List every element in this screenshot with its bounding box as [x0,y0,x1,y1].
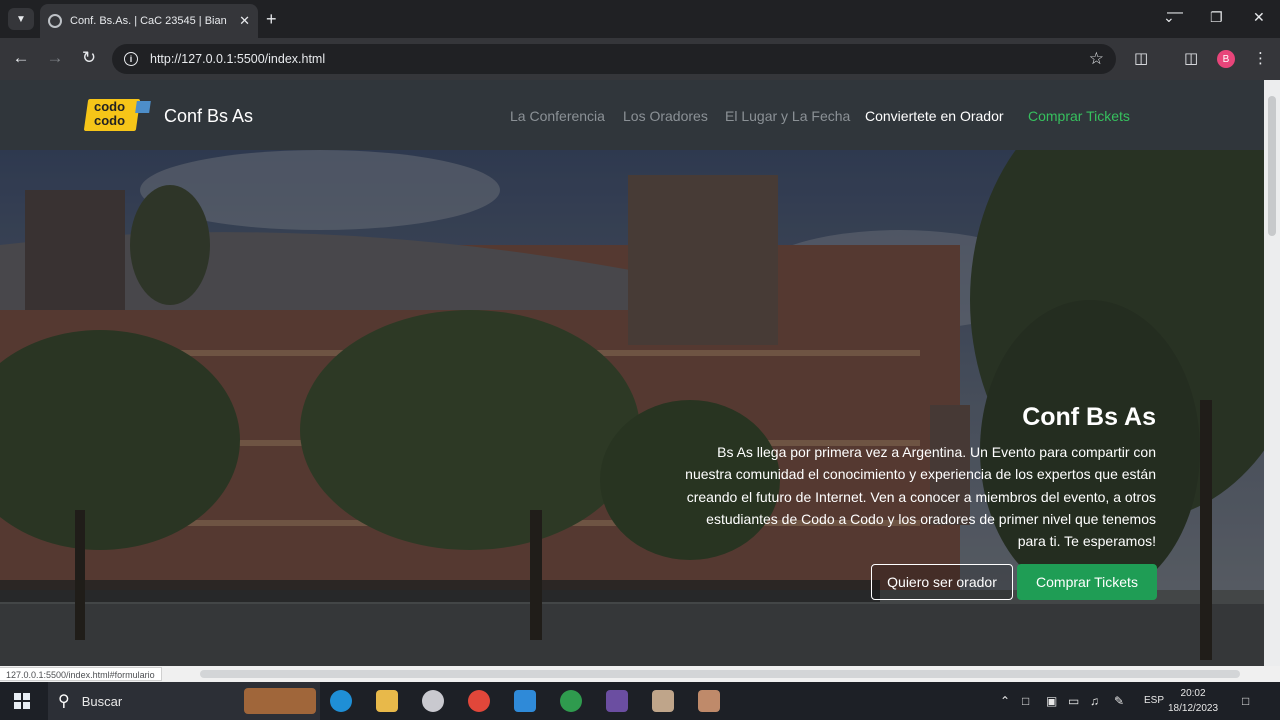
windows-start-icon[interactable] [14,693,30,709]
quiero-ser-orador-button[interactable]: Quiero ser orador [871,564,1013,600]
file-explorer-icon[interactable] [376,690,398,712]
browser-tab[interactable]: Conf. Bs.As. | CaC 23545 | Bian ✕ [40,4,258,38]
hero-section: Conf Bs As Bs As llega por primera vez a… [0,150,1264,666]
comprar-tickets-button[interactable]: Comprar Tickets [1017,564,1157,600]
chrome-icon[interactable] [468,690,490,712]
side-panel-icon[interactable]: ◫ [1184,49,1198,67]
horizontal-scrollbar[interactable] [0,666,1280,682]
hs-app-icon[interactable] [560,690,582,712]
forward-arrow-icon[interactable]: → [44,48,66,68]
tab-title: Conf. Bs.As. | CaC 23545 | Bian [70,15,227,27]
site-navbar: codo codo Conf Bs As La Conferencia Los … [0,80,1264,150]
pen-icon[interactable]: ✎ [1114,694,1124,708]
chevron-up-icon[interactable]: ⌃ [1000,694,1010,708]
edge-icon[interactable] [330,690,352,712]
back-arrow-icon[interactable]: ← [10,48,32,68]
app-icon-2[interactable] [606,690,628,712]
network-icon[interactable]: ▭ [1068,694,1079,708]
volume-icon[interactable]: ♫ [1090,694,1099,708]
vscode-icon[interactable] [514,690,536,712]
codo-a-codo-logo[interactable]: codo codo [83,99,151,131]
close-window-button[interactable]: ✕ [1253,9,1265,26]
tab-search-button[interactable]: ▼ [8,8,34,30]
minimize-button[interactable]: — [1167,4,1183,22]
search-icon: ⚲ [58,693,70,710]
nav-link-lugar-fecha[interactable]: El Lugar y La Fecha [725,108,850,124]
star-icon[interactable]: ☆ [1089,49,1104,69]
status-url: 127.0.0.1:5500/index.html#formulario [0,667,162,681]
close-icon[interactable]: ✕ [239,13,250,29]
clock[interactable]: 20:02 18/12/2023 [1168,686,1218,716]
windows-taskbar: ⚲ Buscar ⌃ □ ▣ ▭ ♫ ✎ ESP 20:02 18/12/202… [0,682,1280,720]
address-bar[interactable]: i http://127.0.0.1:5500/index.html ☆ [112,44,1116,74]
reload-icon[interactable]: ↻ [78,48,100,68]
nav-link-oradores[interactable]: Los Oradores [623,108,708,124]
notifications-icon[interactable]: □ [1242,694,1249,708]
hero-title: Conf Bs As [1022,403,1156,431]
app-icon-4[interactable] [698,690,720,712]
menu-icon[interactable]: ⋮ [1253,49,1268,67]
nav-link-conferencia[interactable]: La Conferencia [510,108,605,124]
search-label: Buscar [81,693,123,709]
nav-link-orador[interactable]: Conviertete en Orador [865,108,1004,124]
page-viewport: codo codo Conf Bs As La Conferencia Los … [0,80,1264,666]
search-highlight-icon[interactable] [244,688,316,714]
language-indicator[interactable]: ESP [1144,695,1164,706]
tray-icon[interactable]: □ [1022,694,1029,708]
app-icon-3[interactable] [652,690,674,712]
new-tab-button[interactable]: + [266,9,277,30]
hero-description: Bs As llega por primera vez a Argentina.… [685,444,1156,550]
extensions-icon[interactable]: ◫ [1134,49,1148,67]
nav-link-tickets[interactable]: Comprar Tickets [1028,108,1130,124]
app-icon[interactable] [422,690,444,712]
restore-button[interactable]: ❐ [1210,9,1223,26]
info-icon[interactable]: i [124,52,138,66]
browser-toolbar: ← → ↻ i http://127.0.0.1:5500/index.html… [0,38,1280,80]
url-text[interactable]: http://127.0.0.1:5500/index.html [150,52,325,66]
vertical-scrollbar[interactable] [1264,80,1280,666]
globe-icon [48,14,62,28]
tray-icon[interactable]: ▣ [1046,694,1057,708]
browser-tab-strip: ▼ Conf. Bs.As. | CaC 23545 | Bian ✕ + ⌄ … [0,0,1280,38]
brand-name[interactable]: Conf Bs As [164,106,253,127]
avatar[interactable]: B [1217,50,1235,68]
